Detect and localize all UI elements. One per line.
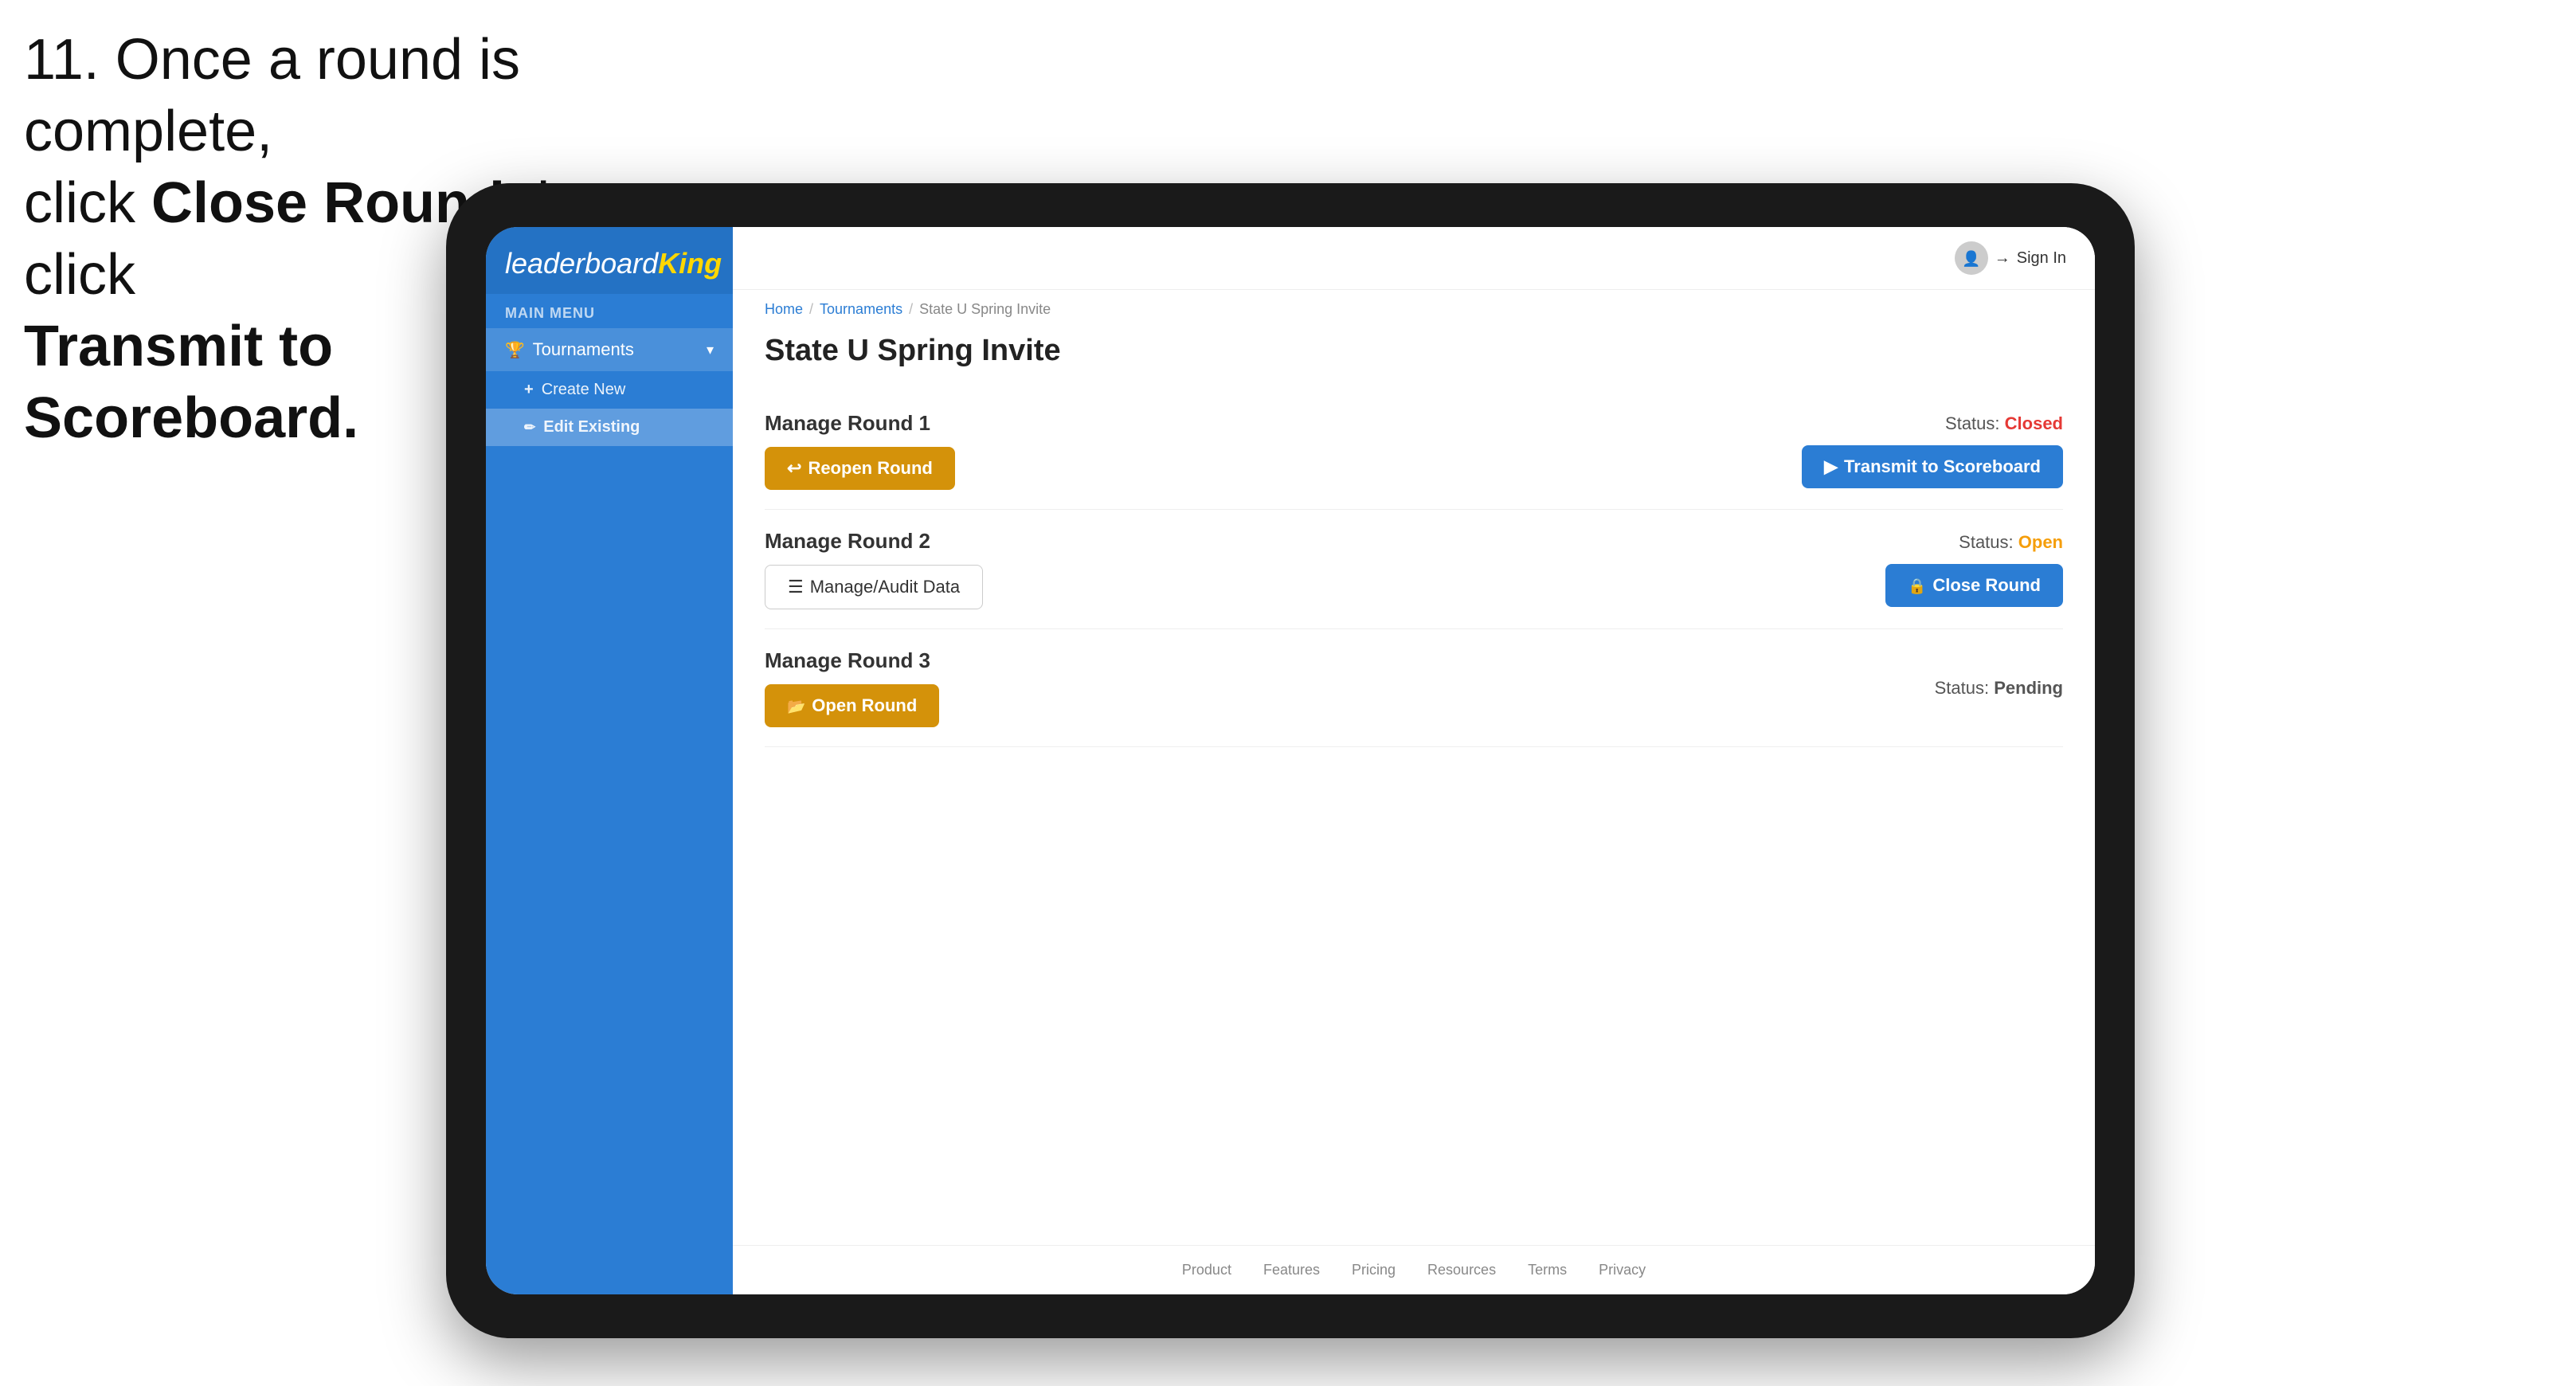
breadcrumb-sep2: / [909, 301, 913, 318]
open-round-label: Open Round [812, 695, 917, 716]
trophy-icon [505, 339, 525, 360]
round-2-status: Status: Open [1959, 532, 2063, 553]
manage-audit-button[interactable]: Manage/Audit Data [765, 565, 983, 609]
open-icon [787, 695, 805, 716]
round-1-status: Status: Closed [1945, 413, 2063, 434]
breadcrumb: Home / Tournaments / State U Spring Invi… [733, 290, 2095, 318]
close-round-label: Close Round [1932, 575, 2041, 596]
tablet-device: leaderboardKing MAIN MENU Tournaments ▾ … [446, 183, 2135, 1338]
edit-icon [524, 418, 535, 437]
main-menu-label: MAIN MENU [486, 294, 733, 328]
footer-pricing[interactable]: Pricing [1352, 1262, 1396, 1278]
footer-features[interactable]: Features [1263, 1262, 1320, 1278]
manage-icon [788, 577, 804, 597]
tablet-screen: leaderboardKing MAIN MENU Tournaments ▾ … [486, 227, 2095, 1294]
manage-audit-label: Manage/Audit Data [810, 577, 960, 597]
round-1-right: Status: Closed Transmit to Scoreboard [1802, 413, 2063, 488]
round-3-right: Status: Pending [1935, 678, 2063, 699]
footer-product[interactable]: Product [1182, 1262, 1231, 1278]
breadcrumb-home[interactable]: Home [765, 301, 803, 318]
page-title: State U Spring Invite [765, 334, 2063, 368]
sidebar: leaderboardKing MAIN MENU Tournaments ▾ … [486, 227, 733, 1294]
footer-privacy[interactable]: Privacy [1599, 1262, 1646, 1278]
round-2-status-value: Open [2018, 532, 2063, 552]
app-container: leaderboardKing MAIN MENU Tournaments ▾ … [486, 227, 2095, 1294]
round-3-status-value: Pending [1994, 678, 2063, 698]
round-3-section: Manage Round 3 Open Round Status: Pendin… [765, 629, 2063, 747]
sidebar-item-tournaments[interactable]: Tournaments ▾ [486, 328, 733, 371]
logo-king: King [658, 247, 722, 280]
open-round-button[interactable]: Open Round [765, 684, 939, 727]
instruction-bold2: Transmit to Scoreboard. [24, 315, 358, 450]
round-1-left: Manage Round 1 Reopen Round [765, 411, 955, 490]
logo-leaderboard: leaderboard [505, 247, 658, 280]
footer: Product Features Pricing Resources Terms… [733, 1245, 2095, 1294]
sidebar-create-new[interactable]: Create New [486, 371, 733, 409]
round-1-title: Manage Round 1 [765, 411, 955, 436]
close-round-button[interactable]: Close Round [1885, 564, 2063, 607]
round-3-left: Manage Round 3 Open Round [765, 648, 939, 727]
sidebar-tournaments-label: Tournaments [533, 339, 634, 360]
instruction-line1: 11. Once a round is complete, [24, 28, 520, 163]
round-2-left: Manage Round 2 Manage/Audit Data [765, 529, 983, 609]
main-content: Sign In Home / Tournaments / State U Spr… [733, 227, 2095, 1294]
edit-existing-label: Edit Existing [543, 418, 640, 437]
transmit-scoreboard-label: Transmit to Scoreboard [1844, 456, 2041, 477]
breadcrumb-tournaments[interactable]: Tournaments [820, 301, 902, 318]
round-3-title: Manage Round 3 [765, 648, 939, 673]
transmit-scoreboard-button[interactable]: Transmit to Scoreboard [1802, 445, 2063, 488]
round-1-status-value: Closed [2005, 413, 2063, 433]
logo: leaderboardKing [505, 249, 714, 278]
round-2-right: Status: Open Close Round [1885, 532, 2063, 607]
footer-terms[interactable]: Terms [1528, 1262, 1567, 1278]
user-icon [1962, 248, 1980, 268]
round-1-section: Manage Round 1 Reopen Round Status: Clos… [765, 392, 2063, 510]
round-2-title: Manage Round 2 [765, 529, 983, 554]
reopen-round-label: Reopen Round [808, 458, 932, 479]
reopen-round-button[interactable]: Reopen Round [765, 447, 955, 490]
sign-in-button[interactable]: Sign In [1955, 241, 2066, 275]
breadcrumb-current: State U Spring Invite [919, 301, 1051, 318]
avatar [1955, 241, 1988, 275]
round-3-status: Status: Pending [1935, 678, 2063, 699]
sign-in-label: Sign In [2017, 249, 2066, 268]
page-content: State U Spring Invite Manage Round 1 Reo… [733, 318, 2095, 1245]
top-nav: Sign In [733, 227, 2095, 290]
signin-arrow-icon [1995, 249, 2010, 268]
plus-icon [524, 381, 534, 399]
footer-resources[interactable]: Resources [1427, 1262, 1496, 1278]
transmit-icon [1824, 456, 1838, 477]
reopen-icon [787, 458, 801, 479]
round-2-section: Manage Round 2 Manage/Audit Data Status:… [765, 510, 2063, 629]
sidebar-edit-existing[interactable]: Edit Existing [486, 409, 733, 446]
instruction-line2: click [24, 171, 151, 235]
close-icon [1908, 575, 1926, 596]
sidebar-logo: leaderboardKing [486, 227, 733, 294]
chevron-down-icon: ▾ [707, 342, 714, 358]
create-new-label: Create New [542, 381, 626, 399]
breadcrumb-sep1: / [809, 301, 813, 318]
